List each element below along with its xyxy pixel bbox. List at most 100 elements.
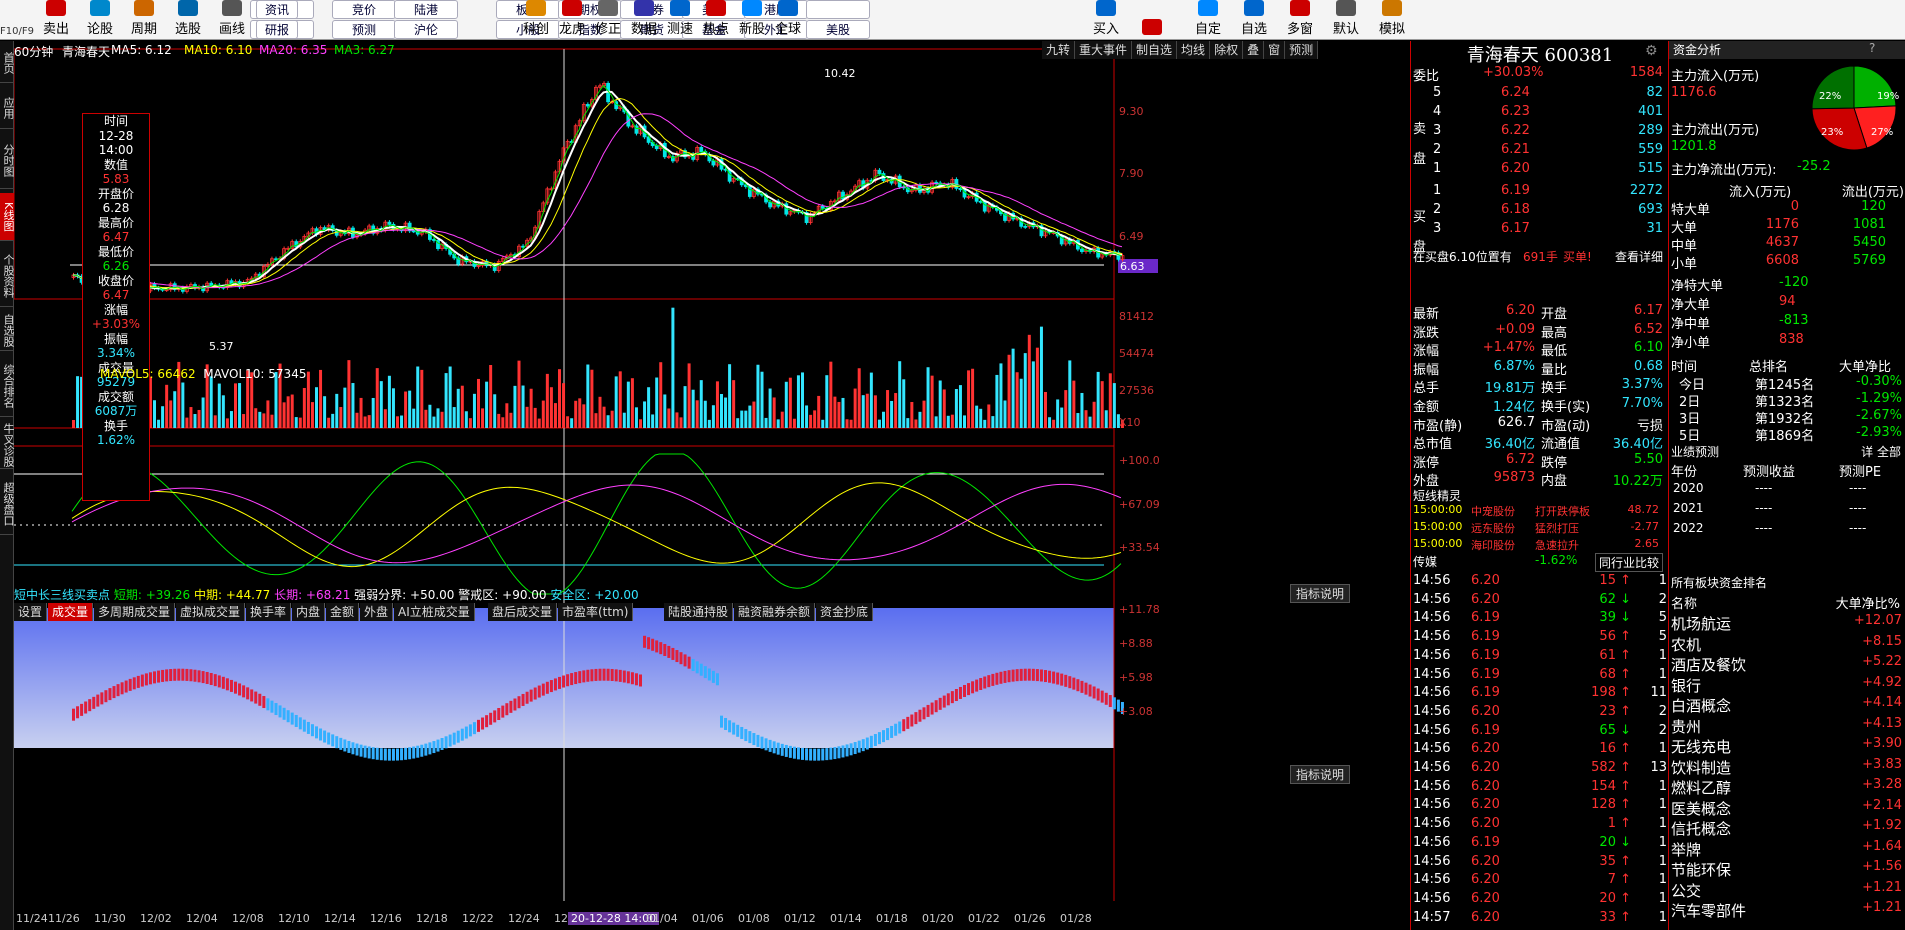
left-tab-2[interactable]: 分时图 [0, 133, 15, 189]
pen-button[interactable]: 画线 [212, 0, 252, 40]
stack-top-1[interactable]: 竞价 [332, 0, 396, 19]
自定-button[interactable]: 自定 [1188, 0, 1228, 40]
indicator-tab-1[interactable]: 成交量 [48, 603, 94, 621]
newstock-button[interactable]: 新股 [736, 0, 768, 40]
forecast-more-link[interactable]: 详 全部 [1861, 443, 1901, 460]
chart-btn-5[interactable]: 叠 [1243, 41, 1265, 59]
info-13: 涨幅 [103, 302, 128, 317]
clock-button[interactable]: 周期 [124, 0, 164, 40]
sell-button[interactable]: 卖出 [36, 0, 76, 40]
select-button[interactable]: 选股 [168, 0, 208, 40]
indicator-tab-12[interactable]: 融资融券余额 [734, 603, 816, 621]
sector-row-3[interactable]: 银行 +4.92 [1669, 675, 1905, 695]
top-news-button[interactable]: 资讯 [256, 0, 298, 19]
sector-row-14[interactable]: 汽车零部件 +1.21 [1669, 900, 1905, 920]
sector-row-10[interactable]: 信托概念 +1.92 [1669, 818, 1905, 838]
indicator-tab-0[interactable]: 设置 [14, 603, 48, 621]
tick-price: 6.19 [1471, 647, 1500, 663]
top-report-button[interactable]: 研报 [256, 20, 298, 39]
stat-label: 金额 [1413, 400, 1440, 415]
volume-bar [1019, 378, 1023, 428]
chart-btn-2[interactable]: 制自选 [1132, 41, 1178, 59]
sector-row-6[interactable]: 无线充电 +3.90 [1669, 736, 1905, 756]
sector-row-8[interactable]: 燃料乙醇 +3.28 [1669, 777, 1905, 797]
sector-row-13[interactable]: 公交 +1.21 [1669, 880, 1905, 900]
chart-btn-6[interactable]: 窗 [1264, 41, 1286, 59]
stat-label2: 最高 [1541, 325, 1568, 341]
chart-svg[interactable]: 10.709.307.906.496.63814125447427536X10+… [14, 41, 1410, 930]
sector-row-9[interactable]: 医美概念 +2.14 [1669, 798, 1905, 818]
speed-button[interactable]: 测速 [664, 0, 696, 40]
indicator-tab-10[interactable]: 市盈率(ttm) [558, 603, 634, 621]
多窗-button[interactable]: 多窗 [1280, 0, 1320, 40]
sector-row-0[interactable]: 机场航运 +12.07 [1669, 613, 1905, 633]
volume-bar [217, 383, 221, 428]
left-tab-4[interactable]: 个股资料 [0, 245, 15, 307]
sector-row-7[interactable]: 饮料制造 +3.83 [1669, 757, 1905, 777]
模拟-button[interactable]: 模拟 [1372, 0, 1412, 40]
back-button[interactable] [1132, 0, 1172, 40]
left-tab-5[interactable]: 自选股 [0, 311, 15, 351]
pe-button[interactable]: 数据 [628, 0, 660, 40]
indicator-tab-9[interactable]: 盘后成交量 [488, 603, 558, 621]
ind2-explain-button[interactable]: 指标说明 [1290, 765, 1351, 784]
买入-button[interactable]: 买入 [1086, 0, 1126, 40]
wrench-button[interactable]: 修正 [592, 0, 624, 40]
indicator-tab-7[interactable]: 外盘 [360, 603, 394, 621]
chat-button[interactable]: 论股 [80, 0, 120, 40]
chart-btn-4[interactable]: 除权 [1210, 41, 1244, 59]
vol-header: MAVOL5: 66462 MAVOL10: 57345 [100, 367, 306, 381]
date-label-18: 01/14 [830, 912, 862, 925]
stack-bottom-1[interactable]: 预测 [332, 20, 396, 39]
tiger-button[interactable]: 龙虎 [556, 0, 588, 40]
star-button[interactable]: 科创 [520, 0, 552, 40]
left-tab-8[interactable]: 超级盘口 [0, 473, 15, 535]
indicator-tab-6[interactable]: 金额 [326, 603, 360, 621]
indicator-tab-2[interactable]: 多周期成交量 [94, 603, 176, 621]
sector-row-1[interactable]: 农机 +8.15 [1669, 634, 1905, 654]
sector-row-2[interactable]: 酒店及餐饮 +5.22 [1669, 654, 1905, 674]
ind2-bar [169, 669, 173, 682]
stack-top-2[interactable]: 陆港 [394, 0, 458, 19]
sector-row-4[interactable]: 白酒概念 +4.14 [1669, 695, 1905, 715]
ind2-bar [582, 670, 586, 683]
volume-bar [792, 418, 796, 428]
left-tab-0[interactable]: 首页 [0, 43, 15, 83]
stack-bottom-8[interactable]: 美股 [806, 20, 870, 39]
indicator-tab-5[interactable]: 内盘 [292, 603, 326, 621]
left-tab-6[interactable]: 综合排名 [0, 355, 15, 417]
chart-btn-0[interactable]: 九转 [1042, 41, 1076, 59]
ind2-bar [238, 683, 242, 696]
sector-row-11[interactable]: 举牌 +1.64 [1669, 839, 1905, 859]
volume-bar [1035, 347, 1039, 428]
indicator-tab-8[interactable]: AI立桩成交量 [394, 603, 475, 621]
ind1-explain-button[interactable]: 指标说明 [1290, 584, 1351, 603]
globe-button[interactable]: 全球 [772, 0, 804, 40]
fund-help-icon[interactable]: ? [1869, 41, 1875, 55]
fire-button[interactable]: 热点 [700, 0, 732, 40]
left-tab-1[interactable]: 应用 [0, 87, 15, 129]
ind2-bar [112, 686, 116, 699]
自选-button[interactable]: 自选 [1234, 0, 1274, 40]
默认-button[interactable]: 默认 [1326, 0, 1366, 40]
chart-btn-3[interactable]: 均线 [1177, 41, 1211, 59]
tick-row-13: 14:56 6.20 1 ↑ 1 [1411, 816, 1669, 835]
indicator-tab-13[interactable]: 资金抄底 [816, 603, 874, 621]
chart-period[interactable]: 60分钟 [14, 43, 53, 60]
chart-area[interactable]: 10.709.307.906.496.63814125447427536X10+… [14, 41, 1410, 930]
indicator-tab-11[interactable]: 陆股通持股 [664, 603, 734, 621]
left-tab-3[interactable]: K线图 [0, 193, 15, 241]
chart-btn-1[interactable]: 重大事件 [1075, 41, 1133, 59]
sector-row-12[interactable]: 节能环保 +1.56 [1669, 859, 1905, 879]
chart-btn-7[interactable]: 预测 [1285, 41, 1319, 59]
settings-gear-icon[interactable]: ⚙ [1645, 43, 1658, 59]
indicator-tab-4[interactable]: 换手率 [246, 603, 292, 621]
stack-bottom-2[interactable]: 沪伦 [394, 20, 458, 39]
stack-top-8[interactable] [806, 0, 870, 19]
volume-bar [975, 405, 979, 428]
left-tab-7[interactable]: 牛叉诊股 [0, 421, 15, 469]
ind2-bar [873, 734, 877, 747]
indicator-tab-3[interactable]: 虚拟成交量 [176, 603, 246, 621]
sector-row-5[interactable]: 贵州 +4.13 [1669, 716, 1905, 736]
outflow-label: 主力流出(万元) [1671, 123, 1760, 138]
